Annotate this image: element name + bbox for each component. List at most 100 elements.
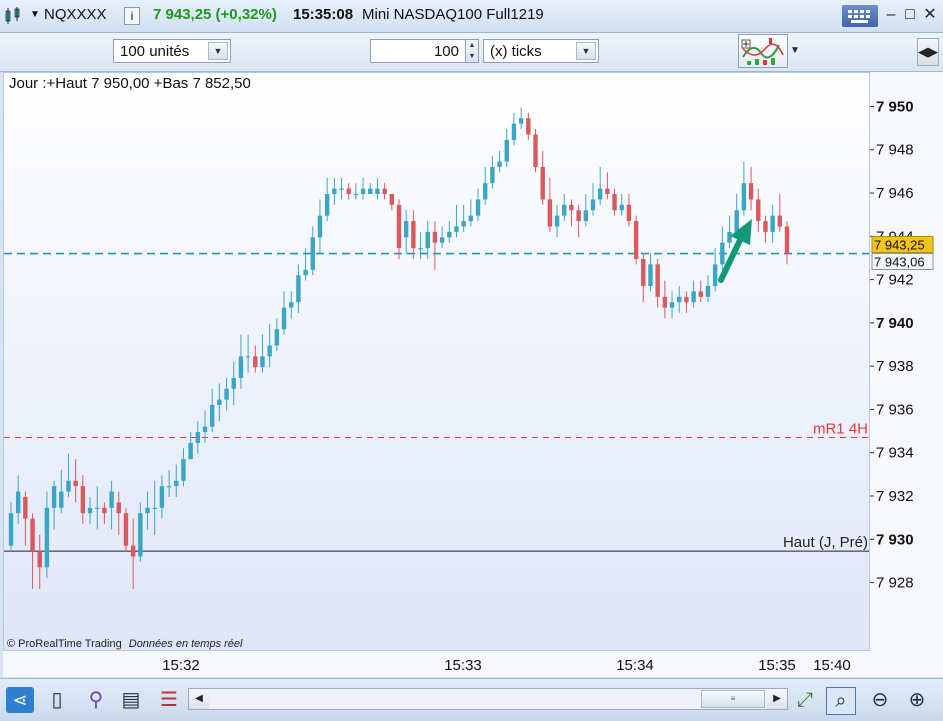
- title-bar: ▼ NQXXXX i 7 943,25 (+0,32%) 15:35:08 Mi…: [0, 0, 943, 33]
- candle-body: [15, 491, 21, 514]
- candle-body: [597, 188, 603, 200]
- candle-body: [619, 204, 624, 211]
- keyboard-icon[interactable]: [842, 5, 878, 27]
- candle-body: [511, 123, 517, 140]
- scroll-chart-icon[interactable]: ◀▶: [917, 38, 939, 66]
- candle-body: [253, 356, 258, 368]
- indicator-chart-icon: [741, 38, 784, 65]
- properties-icon[interactable]: ▤: [117, 687, 145, 713]
- y-tick-label: 7 942: [876, 272, 914, 289]
- candle-body: [303, 269, 308, 276]
- candle-body: [669, 302, 675, 308]
- chevron-down-icon[interactable]: ▼: [790, 45, 800, 56]
- candle-body: [562, 204, 567, 216]
- copyright-text: © ProRealTime Trading: [7, 638, 122, 650]
- candle-body: [389, 194, 395, 205]
- candle-body: [66, 480, 71, 492]
- candle-body: [576, 210, 581, 222]
- watermark: © ProRealTime Trading Données en temps r…: [7, 638, 242, 650]
- candle-body: [533, 134, 538, 167]
- units-select-value: 100 unités: [120, 43, 190, 60]
- candle-body: [353, 194, 359, 196]
- candle-body: [712, 264, 718, 286]
- chevron-down-icon[interactable]: ▼: [208, 42, 228, 60]
- candle-body: [80, 486, 86, 514]
- candle-body: [289, 302, 294, 308]
- candle-body: [339, 188, 344, 190]
- ticks-select-value: (x) ticks: [490, 43, 542, 60]
- price-chart[interactable]: mR1 4H Haut (J, Pré) Jour :+Haut 7 950,00…: [3, 72, 870, 651]
- minimize-icon[interactable]: –: [881, 5, 901, 25]
- candle-body: [346, 188, 351, 195]
- share-icon[interactable]: ⋖: [6, 687, 34, 713]
- candlestick-plot: mR1 4H Haut (J, Pré): [4, 107, 869, 589]
- candle-body: [360, 188, 366, 195]
- price-axis[interactable]: 7 9507 9487 9467 9447 9427 9407 9387 936…: [870, 72, 943, 651]
- indicators-button[interactable]: [738, 34, 788, 68]
- info-icon[interactable]: i: [124, 7, 140, 25]
- ticks-stepper[interactable]: ▲ ▼: [465, 39, 479, 63]
- candle-body: [123, 513, 129, 546]
- candle-body: [698, 291, 703, 297]
- candle-body: [382, 188, 387, 195]
- chevron-down-icon[interactable]: ▼: [30, 9, 40, 20]
- ticks-select[interactable]: (x) ticks ▼: [483, 39, 599, 63]
- candle-body: [691, 291, 696, 303]
- candle-body: [245, 356, 251, 358]
- candle-body: [641, 258, 646, 286]
- ticks-value-input[interactable]: 100: [370, 39, 466, 63]
- auto-scroll-icon[interactable]: ⤢: [791, 687, 819, 713]
- price-tag-label: 7 943,25: [874, 238, 925, 253]
- symbol-label[interactable]: NQXXXX: [44, 6, 107, 23]
- close-icon[interactable]: ✕: [920, 5, 940, 25]
- candle-body: [490, 166, 495, 184]
- zoom-in-icon[interactable]: ⊕: [903, 687, 931, 713]
- candle-body: [224, 388, 229, 400]
- order-book-icon[interactable]: ☰: [155, 687, 183, 713]
- chevron-down-icon[interactable]: ▼: [576, 42, 596, 60]
- candle-body: [605, 188, 610, 195]
- candle-body: [368, 188, 373, 195]
- instrument-name: Mini NASDAQ100 Full1219: [362, 6, 544, 23]
- window-layout-icon[interactable]: ▯: [43, 687, 71, 713]
- candle-body: [181, 459, 186, 481]
- y-tick-label: 7 936: [876, 401, 914, 418]
- y-tick-label: 7 934: [876, 445, 914, 462]
- scroll-left-icon[interactable]: ◀: [189, 689, 209, 709]
- x-tick-label: 15:35: [758, 657, 796, 674]
- zoom-out-icon[interactable]: ⊖: [866, 687, 894, 713]
- clock-time: 15:35:08: [293, 6, 354, 23]
- candle-body: [44, 507, 50, 568]
- candle-body: [662, 296, 668, 308]
- candle-body: [145, 507, 150, 514]
- realtime-note: Données en temps réel: [128, 638, 243, 650]
- candle-body: [720, 242, 725, 265]
- y-tick-label: 7 928: [876, 575, 914, 592]
- candle-body: [102, 507, 107, 514]
- time-axis[interactable]: 15:32 15:33 15:34 15:35 15:40: [3, 651, 870, 677]
- x-tick-label: 15:32: [162, 657, 200, 674]
- candle-body: [166, 486, 172, 488]
- scrollbar-thumb[interactable]: ≡: [701, 690, 765, 708]
- candle-body: [475, 199, 481, 216]
- candle-body: [317, 215, 323, 238]
- candle-body: [756, 199, 761, 222]
- y-tick-label: 7 950: [876, 98, 914, 115]
- candle-body: [195, 432, 201, 443]
- units-select[interactable]: 100 unités ▼: [113, 39, 231, 63]
- y-tick-label: 7 940: [876, 315, 914, 332]
- drawing-tools-icon[interactable]: ⚲: [82, 687, 110, 713]
- zoom-select-icon[interactable]: ⌕: [826, 687, 856, 715]
- y-tick-label: 7 932: [876, 488, 914, 505]
- candle-body: [403, 221, 409, 238]
- candle-body: [375, 188, 380, 195]
- chart-scrollbar[interactable]: ◀ ≡ ▶: [188, 688, 788, 710]
- candle-body: [217, 399, 222, 406]
- candle-body: [432, 231, 438, 243]
- maximize-icon[interactable]: □: [900, 5, 920, 25]
- candle-body: [633, 221, 639, 259]
- candle-body: [741, 183, 747, 211]
- scroll-right-icon[interactable]: ▶: [767, 689, 787, 709]
- ticks-value: 100: [433, 43, 459, 60]
- candle-body: [411, 221, 416, 249]
